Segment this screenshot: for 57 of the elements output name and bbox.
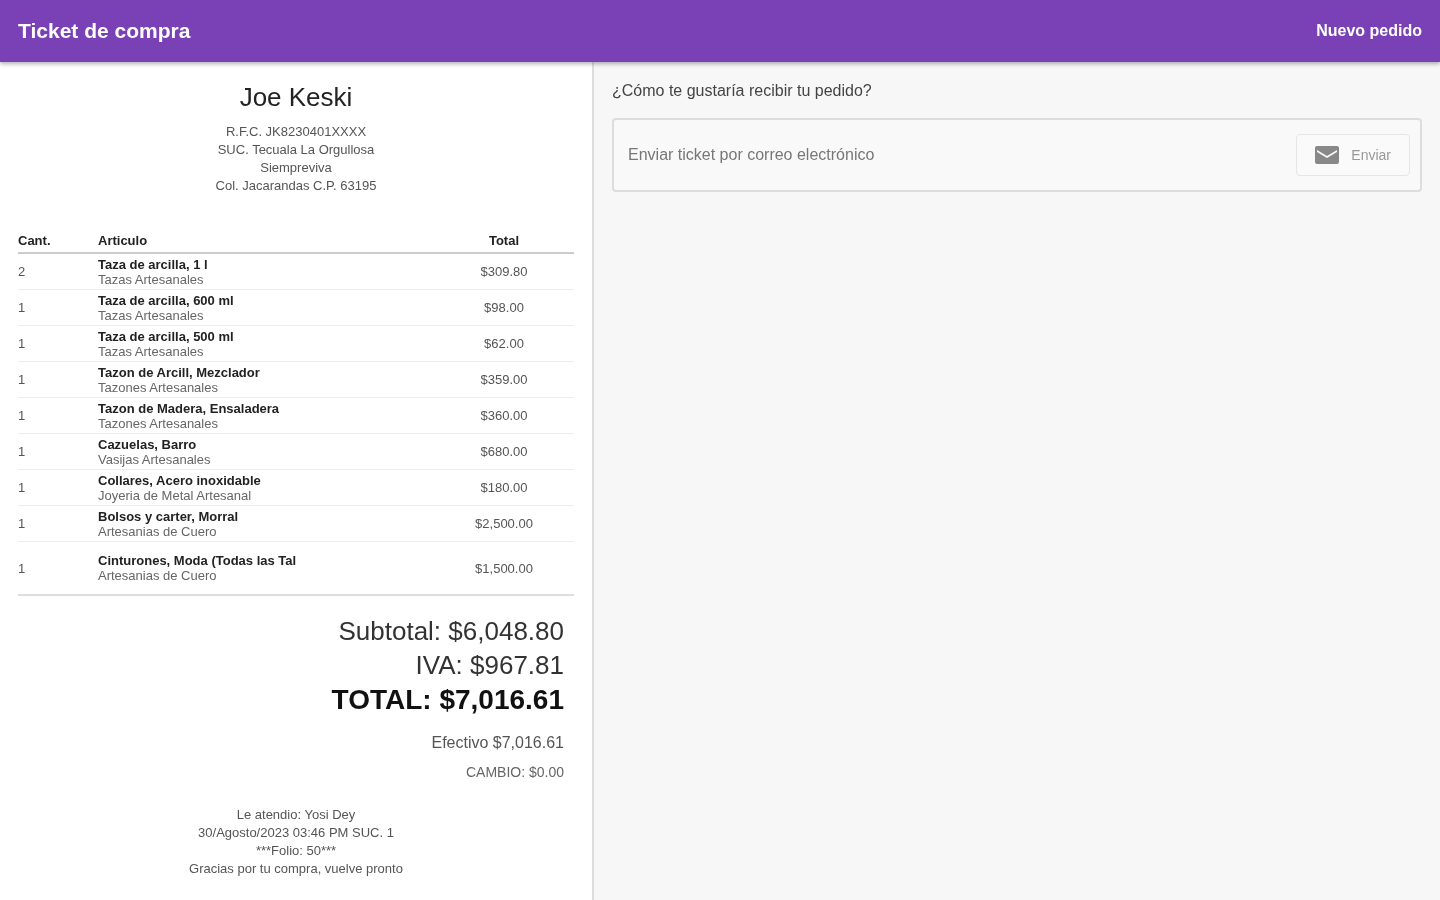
quantity-cell: 1 [18, 541, 98, 595]
change: CAMBIO: $0.00 [464, 764, 564, 780]
item-name: Bolsos y carter, Morral [98, 508, 240, 524]
total-cell: $359.00 [434, 361, 574, 398]
item-category: Tazas Artesanales [98, 343, 205, 359]
quantity-cell: 1 [18, 289, 98, 326]
quantity-cell: 1 [18, 505, 98, 542]
column-header: Cant. [18, 229, 98, 253]
ticket-footer-line: Gracias por tu compra, vuelve pronto [188, 860, 404, 878]
column-header: Total [434, 229, 574, 253]
column-header: Articulo [98, 229, 434, 253]
tax: IVA: $967.81 [414, 649, 564, 682]
item-category: Tazones Artesanales [98, 415, 219, 431]
quantity-cell: 1 [18, 397, 98, 434]
quantity-cell: 1 [18, 325, 98, 362]
ticket-header-line: Siempreviva [259, 159, 333, 177]
item-name: Taza de arcilla, 600 ml [98, 292, 235, 308]
quantity-cell: 1 [18, 469, 98, 506]
item-name: Tazon de Madera, Ensaladera [98, 400, 281, 416]
total-cell: $680.00 [434, 433, 574, 470]
item-name: Tazon de Arcill, Mezclador [98, 364, 261, 380]
ticket-footer-line: 30/Agosto/2023 03:46 PM SUC. 1 [197, 824, 395, 842]
total-cell: $309.80 [434, 253, 574, 290]
ticket-footer-line: ***Folio: 50*** [254, 842, 338, 860]
subtotal: Subtotal: $6,048.80 [337, 615, 564, 648]
mail-icon [1315, 145, 1340, 165]
item-category: Artesanias de Cuero [98, 523, 218, 539]
item-category: Joyeria de Metal Artesanal [98, 487, 253, 503]
app-title: Ticket de compra [18, 19, 191, 43]
customer-name: Joe Keski [238, 82, 354, 113]
total-cell: $98.00 [434, 289, 574, 326]
item-name: Taza de arcilla, 1 l [98, 256, 209, 272]
payment: Efectivo $7,016.61 [430, 734, 564, 752]
quantity-cell: 1 [18, 433, 98, 470]
item-name: Cinturones, Moda (Todas las Tal [98, 553, 298, 568]
item-category: Tazas Artesanales [98, 271, 205, 287]
total-cell: $1,500.00 [434, 541, 574, 595]
item-category: Tazones Artesanales [98, 379, 219, 395]
ticket-header-line: R.F.C. JK8230401XXXX [224, 123, 368, 141]
item-name: Taza de arcilla, 500 ml [98, 328, 235, 344]
item-category: Vasijas Artesanales [98, 451, 212, 467]
total-cell: $180.00 [434, 469, 574, 506]
ticket-footer-line: Le atendio: Yosi Dey [235, 806, 357, 824]
quantity-cell: 2 [18, 253, 98, 290]
item-name: Cazuelas, Barro [98, 436, 198, 452]
item-name: Collares, Acero inoxidable [98, 472, 262, 488]
quantity-cell: 1 [18, 361, 98, 398]
item-category: Tazas Artesanales [98, 307, 205, 323]
total-cell: $2,500.00 [434, 505, 574, 542]
ticket-header-line: Col. Jacarandas C.P. 63195 [214, 177, 378, 195]
total-cell: $360.00 [434, 397, 574, 434]
new-order-button[interactable]: Nuevo pedido [1316, 22, 1422, 40]
ticket-header-line: SUC. Tecuala La Orgullosa [216, 141, 376, 159]
grand-total: TOTAL: $7,016.61 [330, 683, 564, 717]
delivery-question: ¿Cómo te gustaría recibir tu pedido? [612, 82, 873, 100]
total-cell: $62.00 [434, 325, 574, 362]
item-category: Artesanias de Cuero [98, 568, 218, 583]
